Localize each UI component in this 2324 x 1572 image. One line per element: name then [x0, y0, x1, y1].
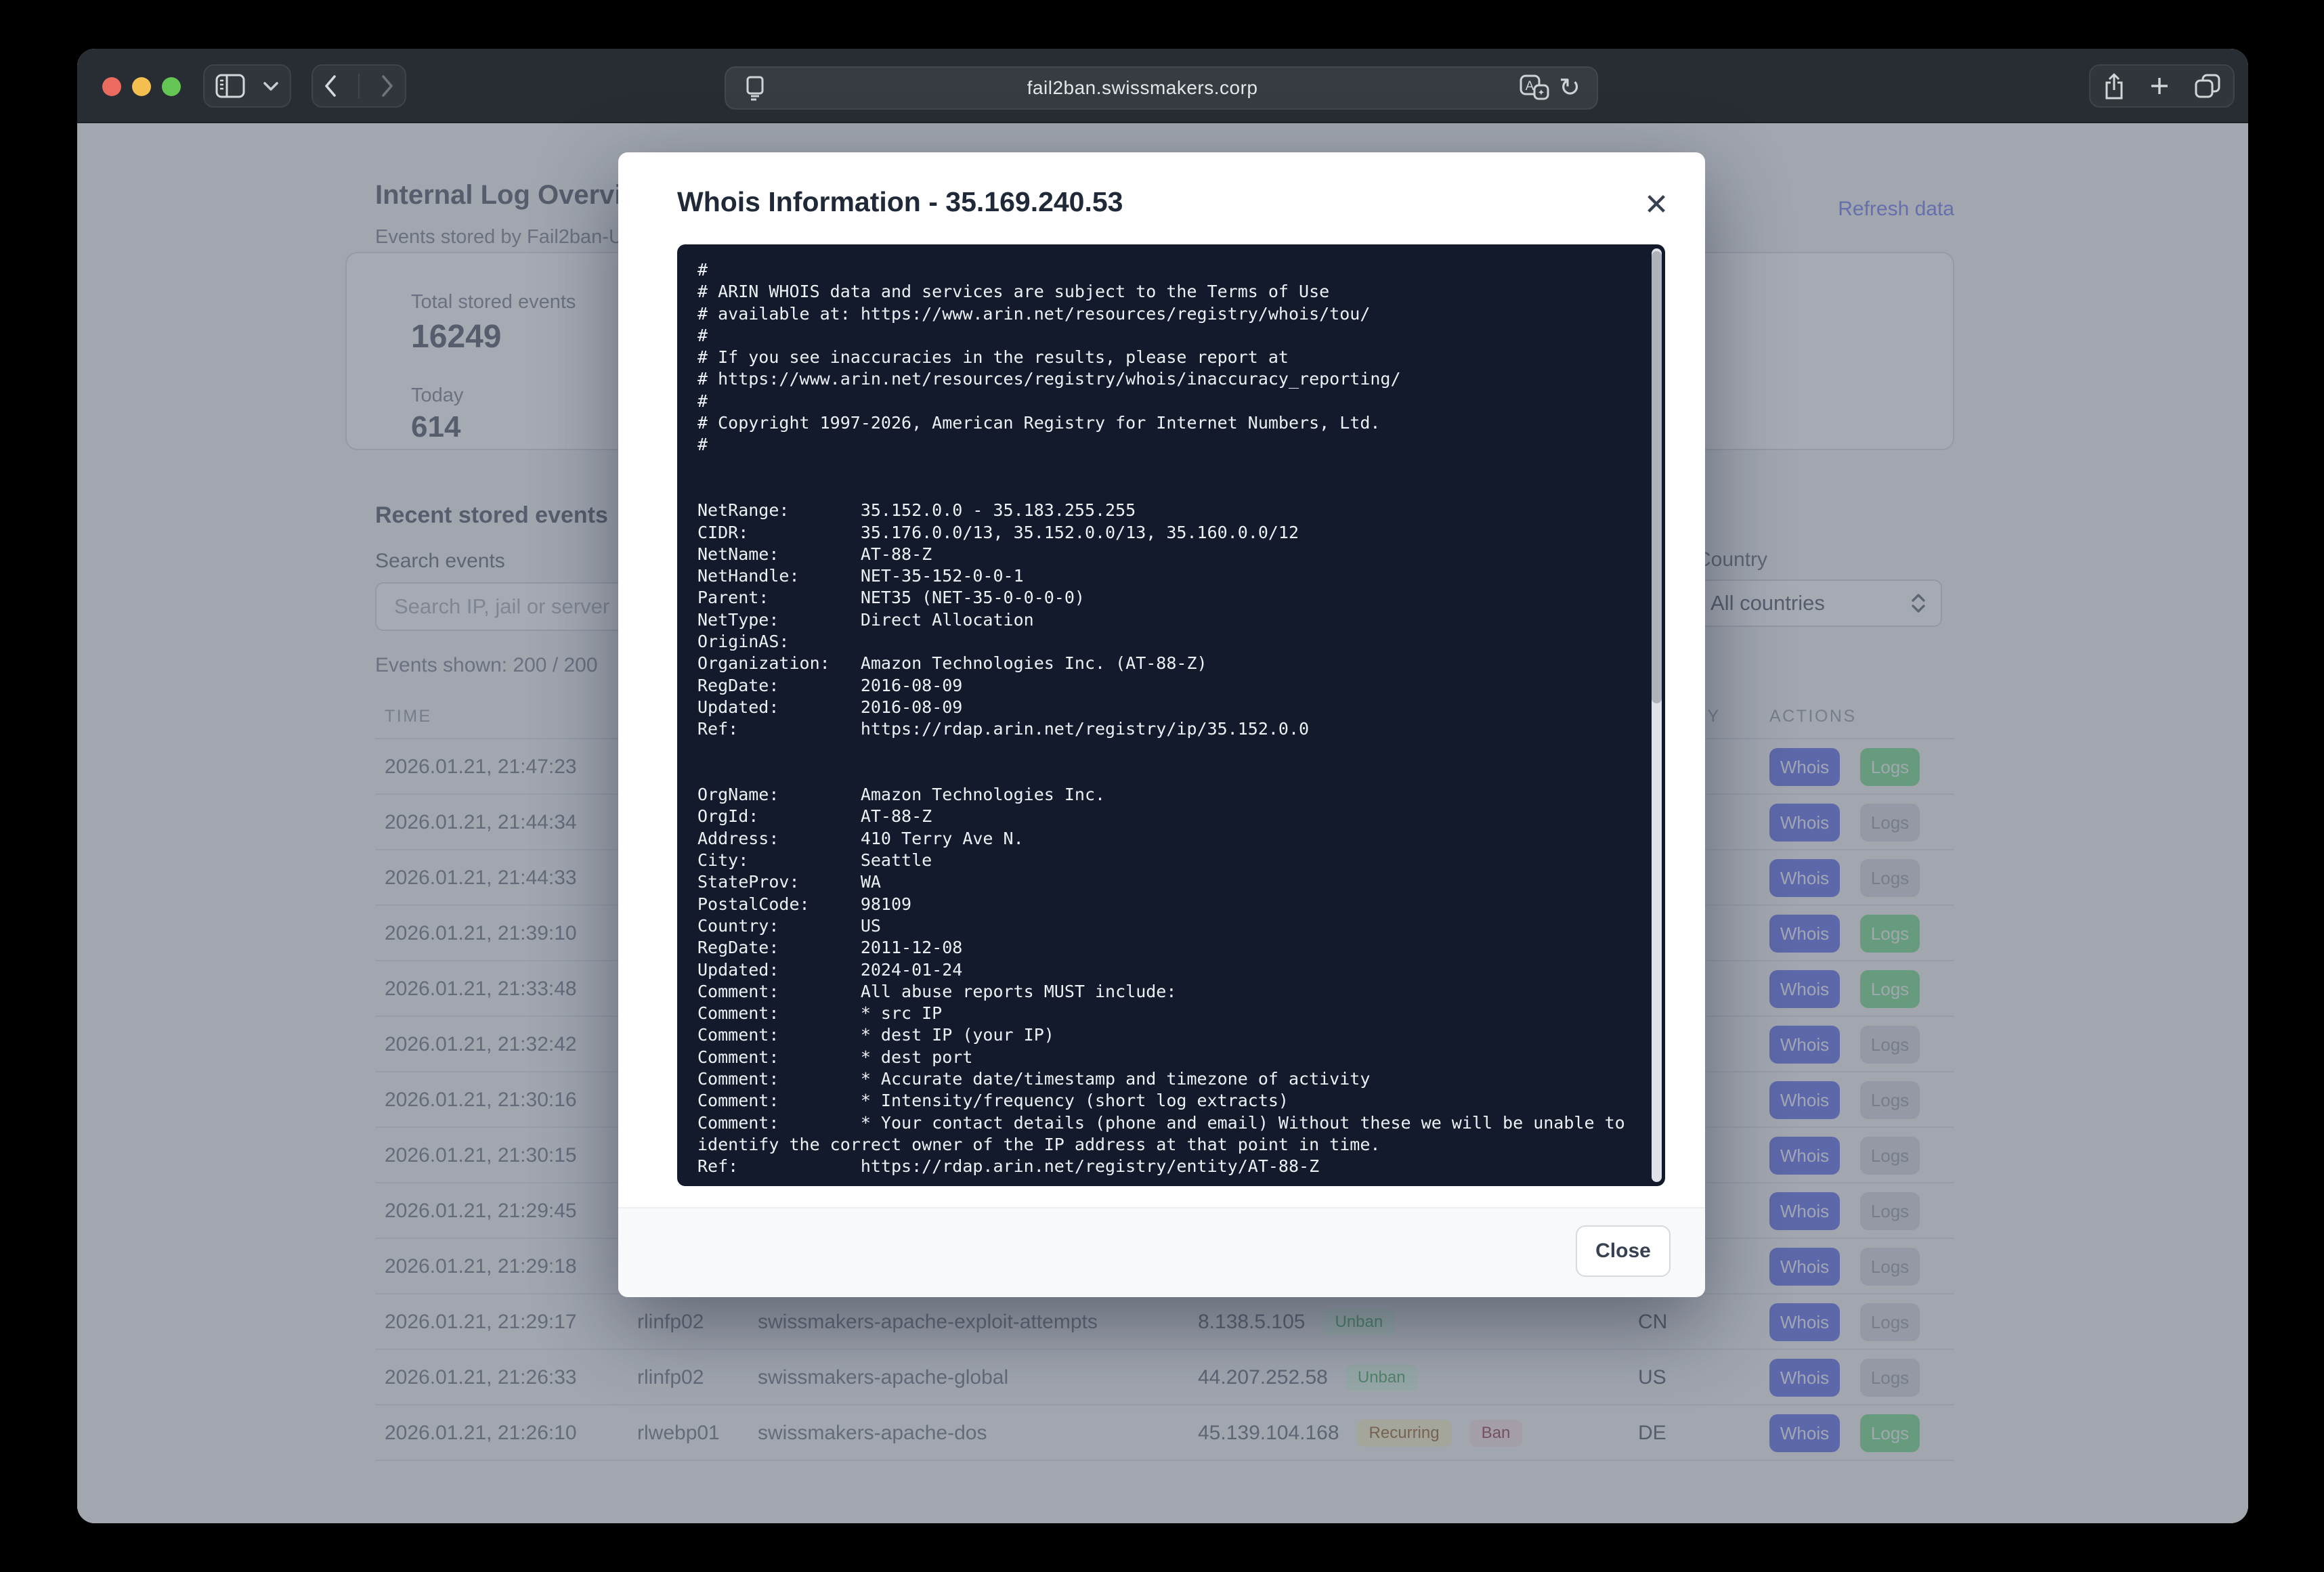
url-text: fail2ban.swissmakers.corp [765, 77, 1520, 99]
modal-footer: Close [618, 1207, 1705, 1297]
whois-output: # # ARIN WHOIS data and services are sub… [677, 244, 1665, 1186]
browser-window: fail2ban.swissmakers.corp A✦ ↻ In [77, 49, 2248, 1523]
forward-button[interactable] [380, 74, 395, 97]
page-format-icon[interactable] [745, 75, 765, 101]
back-button[interactable] [323, 74, 338, 97]
modal-close-icon[interactable]: ✕ [1633, 181, 1680, 228]
toolbar-right-group [2089, 64, 2235, 108]
sidebar-icon [215, 74, 245, 98]
address-bar[interactable]: fail2ban.swissmakers.corp A✦ ↻ [725, 66, 1598, 110]
reload-icon[interactable]: ↻ [1559, 75, 1580, 101]
nav-button-group [311, 64, 406, 108]
back-icon [326, 77, 335, 95]
browser-toolbar: fail2ban.swissmakers.corp A✦ ↻ [77, 49, 2248, 123]
share-button[interactable] [2103, 72, 2126, 100]
new-tab-button[interactable] [2149, 76, 2170, 96]
forward-icon [383, 77, 391, 95]
modal-title: Whois Information - 35.169.240.53 [677, 186, 1123, 218]
whois-modal: Whois Information - 35.169.240.53 ✕ # # … [618, 152, 1705, 1297]
whois-terminal: # # ARIN WHOIS data and services are sub… [677, 244, 1665, 1186]
terminal-scrollbar-thumb[interactable] [1652, 251, 1662, 703]
traffic-light-zoom-button[interactable] [162, 77, 181, 96]
screenshot-stage: fail2ban.swissmakers.corp A✦ ↻ In [0, 0, 2324, 1572]
traffic-light-close-button[interactable] [102, 77, 121, 96]
svg-text:A: A [1526, 79, 1534, 93]
tabs-icon [2194, 74, 2221, 98]
close-button[interactable]: Close [1576, 1225, 1671, 1277]
tab-overview-button[interactable] [2194, 74, 2221, 98]
sidebar-toggle-button[interactable] [203, 64, 291, 108]
traffic-light-minimize-button[interactable] [132, 77, 151, 96]
translate-icon[interactable]: A✦ [1520, 74, 1549, 102]
share-icon [2103, 72, 2126, 100]
chevron-down-icon [263, 81, 279, 91]
svg-text:✦: ✦ [1538, 87, 1545, 97]
plus-icon [2149, 76, 2170, 96]
nav-divider [358, 74, 360, 98]
